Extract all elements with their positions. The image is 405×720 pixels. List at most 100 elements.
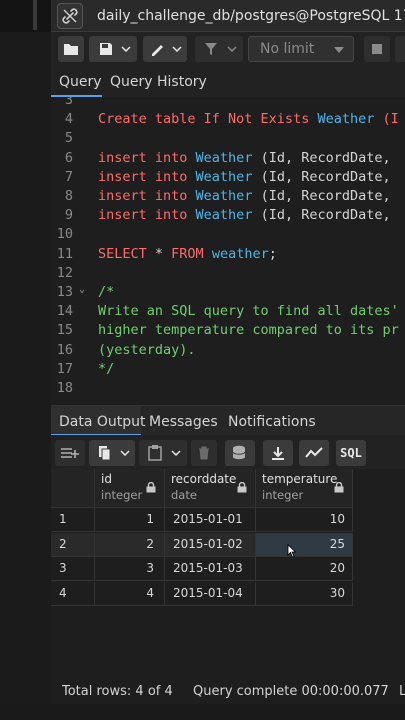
sql-editor[interactable]: 3 4 Create table If Not Exists Weather (I 5… <box>51 97 405 405</box>
code-token: insert into <box>98 168 196 185</box>
code-text: (yesterday). <box>98 342 196 358</box>
code-token: FROM <box>171 245 204 262</box>
code-line[interactable]: 12 <box>51 265 405 284</box>
code-line[interactable]: 6 insert into Weather (Id, RecordDate, <box>51 150 405 169</box>
code-line[interactable]: 13 ⌄ /* <box>51 284 405 303</box>
code-line[interactable]: 10 <box>51 226 405 245</box>
line-number: 13 <box>56 284 73 300</box>
code-text: higher temperature compared to its pr <box>98 322 399 338</box>
query-complete-text: Query complete 00:00:00.077 <box>193 684 389 699</box>
code-token: Write an SQL query to find all dates' <box>98 303 399 320</box>
cell-id[interactable]: 1 <box>95 508 165 532</box>
left-panel-top <box>0 0 51 32</box>
column-header-recorddate[interactable]: recorddate date <box>165 469 256 508</box>
tab-messages[interactable]: Messages <box>149 414 218 430</box>
sql-button[interactable]: SQL <box>336 440 366 466</box>
code-line[interactable]: 4 Create table If Not Exists Weather (I <box>51 111 405 130</box>
panel-divider[interactable] <box>33 0 37 30</box>
chevron-down-icon <box>172 46 182 52</box>
filter-button[interactable] <box>195 36 243 62</box>
table-row[interactable]: 3 3 2015-01-03 20 <box>51 557 353 581</box>
code-token: Weather <box>317 111 375 128</box>
chevron-down-icon <box>121 46 131 52</box>
cell-rownum[interactable]: 1 <box>51 508 95 532</box>
table-row[interactable]: 2 2 2015-01-02 25 <box>51 532 353 557</box>
cell-recorddate[interactable]: 2015-01-03 <box>165 557 256 581</box>
code-line[interactable]: 18 <box>51 380 405 399</box>
more-button[interactable] <box>395 36 405 62</box>
line-number: 5 <box>64 130 73 147</box>
code-token: insert into <box>98 207 196 224</box>
cell-id[interactable]: 3 <box>95 557 165 581</box>
code-line[interactable]: 17 */ <box>51 361 405 380</box>
code-token: /* <box>98 284 115 300</box>
row-limit-select[interactable]: No limit <box>248 36 354 62</box>
delete-button[interactable] <box>191 440 217 466</box>
code-token: (Id, RecordDate, <box>252 168 391 185</box>
clipboard-icon <box>148 445 162 461</box>
cell-temperature[interactable]: 30 <box>256 581 353 606</box>
code-line[interactable]: 8 insert into Weather (Id, RecordDate, <box>51 188 405 207</box>
result-tabs: Data Output Messages Notifications <box>51 405 405 436</box>
copy-button[interactable] <box>89 440 135 466</box>
fold-toggle-icon[interactable]: ⌄ <box>79 284 85 295</box>
stop-button[interactable] <box>364 36 390 62</box>
code-line[interactable]: 9 insert into Weather (Id, RecordDate, <box>51 207 405 226</box>
line-number: 18 <box>56 380 73 396</box>
code-token: (Id, RecordDate, <box>252 188 391 204</box>
pencil-icon <box>152 45 163 56</box>
code-line[interactable]: 5 <box>51 130 405 149</box>
download-button[interactable] <box>263 440 293 466</box>
graph-visualiser-button[interactable] <box>299 440 329 466</box>
code-line[interactable]: 14 Write an SQL query to find all dates' <box>51 303 405 322</box>
tab-query[interactable]: Query <box>59 74 102 90</box>
cell-id[interactable]: 2 <box>95 532 165 557</box>
tab-data-output[interactable]: Data Output <box>59 414 146 430</box>
code-line[interactable]: 11 SELECT * FROM weather; <box>51 246 405 265</box>
query-toolbar: No limit <box>51 32 405 67</box>
add-row-button[interactable] <box>55 440 85 466</box>
trash-icon <box>199 446 209 460</box>
cell-id[interactable]: 4 <box>95 581 165 606</box>
code-token: insert into <box>98 149 196 166</box>
edit-button[interactable] <box>143 36 187 62</box>
table-row[interactable]: 1 1 2015-01-01 10 <box>51 508 353 532</box>
code-token: * <box>146 245 172 262</box>
code-line[interactable]: 15 higher temperature compared to its pr <box>51 322 405 341</box>
cell-temperature[interactable]: 10 <box>256 508 353 532</box>
download-icon <box>272 447 284 460</box>
column-header-id[interactable]: id integer <box>95 469 165 508</box>
row-number-header[interactable] <box>51 469 95 508</box>
column-type: integer <box>101 488 143 502</box>
cell-rownum[interactable]: 2 <box>51 532 95 557</box>
code-line[interactable]: 7 insert into Weather (Id, RecordDate, <box>51 169 405 188</box>
cell-rownum[interactable]: 3 <box>51 557 95 581</box>
query-tabs: Query Query History <box>51 67 405 97</box>
code-line[interactable]: 3 <box>51 97 405 111</box>
column-name: id <box>101 472 112 486</box>
data-grid: id integer recorddate date temperature i… <box>51 469 405 669</box>
cell-rownum[interactable]: 4 <box>51 581 95 606</box>
column-header-temperature[interactable]: temperature integer <box>256 469 353 508</box>
cell-recorddate[interactable]: 2015-01-04 <box>165 581 256 606</box>
save-data-button[interactable] <box>225 440 255 466</box>
connection-link-icon[interactable] <box>57 3 83 29</box>
paste-button[interactable] <box>139 440 187 466</box>
table-row[interactable]: 4 4 2015-01-04 30 <box>51 581 353 606</box>
line-number: 17 <box>56 360 73 377</box>
connection-title[interactable]: daily_challenge_db/postgres@PostgreSQL 1… <box>97 8 405 24</box>
status-bar: Total rows: 4 of 4 Query complete 00:00:… <box>51 680 405 704</box>
cell-temperature[interactable]: 20 <box>256 557 353 581</box>
filter-icon <box>205 43 217 55</box>
open-file-button[interactable] <box>58 36 84 62</box>
chart-line-icon <box>305 447 323 458</box>
code-line[interactable]: 16 (yesterday). <box>51 342 405 361</box>
cell-temperature[interactable]: 25 <box>256 532 353 557</box>
cell-recorddate[interactable]: 2015-01-02 <box>165 532 256 557</box>
cell-recorddate[interactable]: 2015-01-01 <box>165 508 256 532</box>
tab-query-history[interactable]: Query History <box>110 74 207 90</box>
save-button[interactable] <box>89 36 137 62</box>
tab-notifications[interactable]: Notifications <box>228 414 316 430</box>
database-icon <box>232 445 246 460</box>
line-number: 6 <box>64 149 73 166</box>
